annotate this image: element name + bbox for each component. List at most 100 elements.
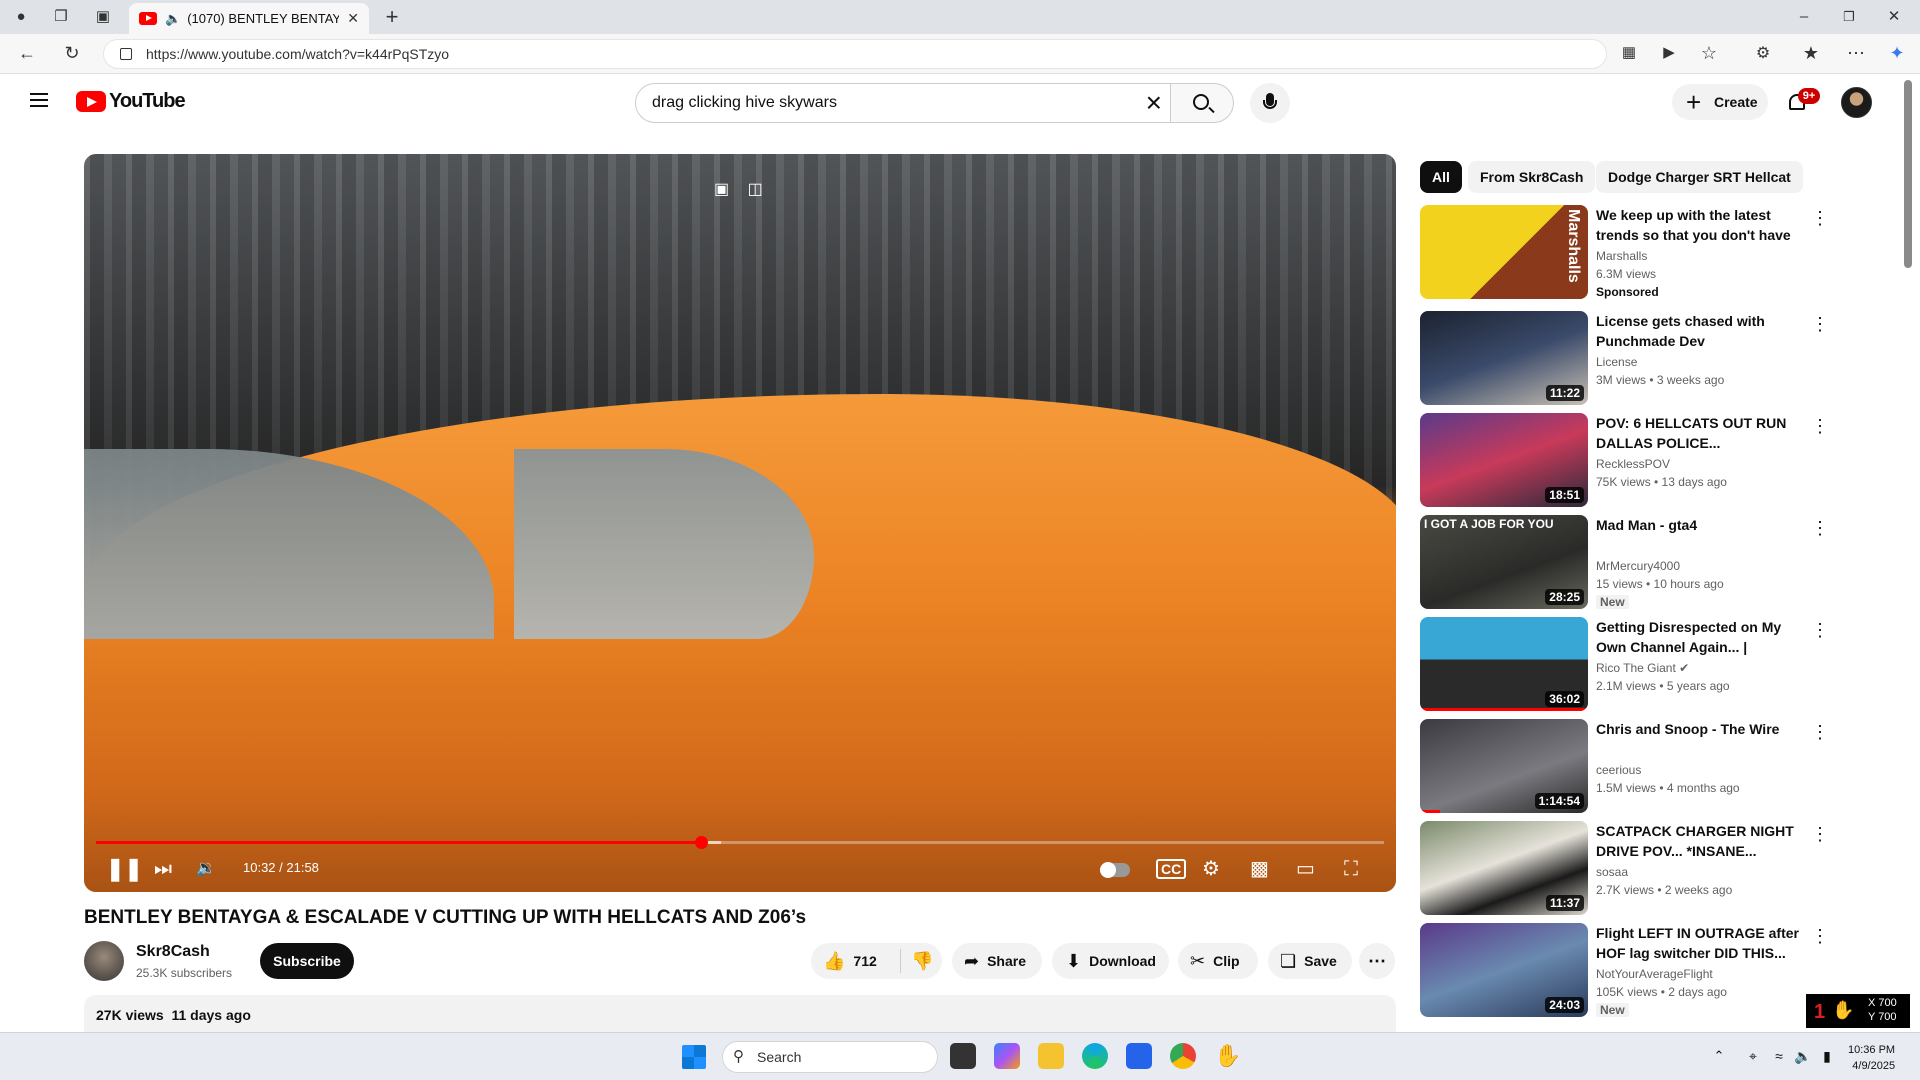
close-tab-icon[interactable]: ✕ <box>347 10 359 27</box>
start-windows-icon[interactable] <box>682 1045 706 1069</box>
list-item[interactable]: Marshalls We keep up with the latest tre… <box>1420 205 1850 299</box>
share-button[interactable]: ➦ Share <box>952 943 1042 979</box>
volume-tray-icon[interactable]: 🔈 <box>1790 1043 1816 1069</box>
system-clock[interactable]: 10:36 PM 4/9/2025 <box>1848 1042 1895 1074</box>
more-vert-icon[interactable]: ⋮ <box>1810 417 1830 435</box>
more-vert-icon[interactable]: ⋮ <box>1810 315 1830 333</box>
list-item[interactable]: I GOT A JOB FOR YOU 28:25 Mad Man - gta4… <box>1420 515 1850 609</box>
tab-actions-icon[interactable]: ▣ <box>94 8 112 26</box>
battery-icon[interactable]: ▮ <box>1814 1043 1840 1069</box>
download-button[interactable]: ⬇ Download <box>1052 943 1169 979</box>
chip-all[interactable]: All <box>1420 161 1462 193</box>
refresh-icon[interactable]: ↻ <box>61 43 83 64</box>
collections-icon[interactable]: ❐ <box>52 8 70 26</box>
video-thumbnail[interactable]: I GOT A JOB FOR YOU 28:25 <box>1420 515 1588 609</box>
download-icon: ⬇ <box>1066 951 1082 971</box>
save-button[interactable]: ❏ Save <box>1268 943 1352 979</box>
video-thumbnail[interactable]: 11:37 <box>1420 821 1588 915</box>
like-button[interactable]: 👍 712 <box>811 949 901 973</box>
file-explorer-icon[interactable] <box>1038 1043 1064 1069</box>
list-item[interactable]: 1:14:54 Chris and Snoop - The Wire ceeri… <box>1420 719 1850 813</box>
video-thumbnail[interactable]: 1:14:54 <box>1420 719 1588 813</box>
network-icon[interactable]: ⌖ <box>1740 1043 1766 1069</box>
hand-app-icon[interactable]: ✋ <box>1214 1043 1241 1069</box>
list-item[interactable]: 11:37 SCATPACK CHARGER NIGHT DRIVE POV..… <box>1420 821 1850 915</box>
channel-name[interactable]: Skr8Cash <box>136 943 210 961</box>
read-aloud-icon[interactable]: ▶ <box>1658 43 1680 61</box>
chrome-icon[interactable] <box>1170 1043 1196 1069</box>
create-button[interactable]: + Create <box>1672 84 1768 120</box>
more-menu-icon[interactable]: ⋯ <box>1845 43 1867 64</box>
wifi-icon[interactable]: ≈ <box>1766 1043 1792 1069</box>
dislike-button[interactable]: 👎 <box>901 943 933 979</box>
url-field[interactable]: https://www.youtube.com/watch?v=k44rPqST… <box>103 39 1607 69</box>
search-button[interactable] <box>1171 83 1234 123</box>
more-vert-icon[interactable]: ⋮ <box>1810 621 1830 639</box>
taskbar-search[interactable]: ⚲ Search <box>722 1041 938 1073</box>
speaker-icon[interactable]: 🔈 <box>165 11 181 27</box>
clear-search-icon[interactable]: × <box>1146 87 1162 119</box>
subscribe-button[interactable]: Subscribe <box>260 943 354 979</box>
chip-from-channel[interactable]: From Skr8Cash <box>1468 161 1596 193</box>
list-item[interactable]: 11:22 License gets chased with Punchmade… <box>1420 311 1850 405</box>
tray-chevron-icon[interactable]: ⌃ <box>1706 1043 1732 1069</box>
video-thumbnail[interactable]: 36:02 <box>1420 617 1588 711</box>
edge-icon[interactable] <box>1082 1043 1108 1069</box>
active-tab[interactable]: 🔈 (1070) BENTLEY BENTAYGA & ESCALADE V C… <box>129 3 369 34</box>
progress-bar[interactable] <box>96 836 1384 849</box>
miniplayer-icon[interactable]: ▩ <box>1250 857 1269 881</box>
close-window-icon[interactable]: ✕ <box>1885 8 1903 26</box>
settings-gear-icon[interactable]: ⚙ <box>1202 857 1220 881</box>
theater-mode-icon[interactable]: ▭ <box>1296 857 1315 881</box>
description-box[interactable]: 27K views 11 days ago <box>84 995 1396 1035</box>
pause-button[interactable]: ❚❚ <box>106 857 143 881</box>
extensions-icon[interactable]: ⚙ <box>1752 43 1774 63</box>
search-input[interactable]: drag clicking hive skywars × <box>635 83 1171 123</box>
video-thumbnail[interactable]: Marshalls <box>1420 205 1588 299</box>
address-bar-row: ← ↻ https://www.youtube.com/watch?v=k44r… <box>0 34 1920 74</box>
favorites-icon[interactable]: ★ <box>1800 43 1822 64</box>
more-actions-button[interactable]: ⋯ <box>1359 943 1395 979</box>
store-icon[interactable] <box>1126 1043 1152 1069</box>
video-thumbnail[interactable]: 18:51 <box>1420 413 1588 507</box>
app-available-icon[interactable]: ▦ <box>1618 43 1640 61</box>
more-vert-icon[interactable]: ⋮ <box>1810 519 1830 537</box>
back-icon[interactable]: ← <box>16 43 38 64</box>
more-vert-icon[interactable]: ⋮ <box>1810 825 1830 843</box>
more-vert-icon[interactable]: ⋮ <box>1810 723 1830 741</box>
page-scrollbar[interactable] <box>1904 80 1912 268</box>
list-item[interactable]: 36:02 Getting Disrespected on My Own Cha… <box>1420 617 1850 711</box>
browser-tab-bar: ● ❐ ▣ 🔈 (1070) BENTLEY BENTAYGA & ESCALA… <box>0 0 1920 34</box>
more-vert-icon[interactable]: ⋮ <box>1810 209 1830 227</box>
autoplay-toggle[interactable] <box>1100 860 1130 884</box>
list-item[interactable]: 18:51 POV: 6 HELLCATS OUT RUN DALLAS POL… <box>1420 413 1850 507</box>
copilot-app-icon[interactable] <box>994 1043 1020 1069</box>
new-tab-icon[interactable]: + <box>383 6 401 28</box>
video-player[interactable]: ▣ ◫ ❚❚ ⏭ 🔉 10:32 / 21:58 CC ⚙ ▩ ▭ ⛶ <box>84 154 1396 892</box>
minimize-icon[interactable]: – <box>1795 8 1813 26</box>
video-thumbnail[interactable]: 11:22 <box>1420 311 1588 405</box>
clip-button[interactable]: ✂ Clip <box>1178 943 1258 979</box>
captions-button[interactable]: CC <box>1156 859 1187 879</box>
account-avatar[interactable] <box>1841 87 1872 118</box>
copilot-icon[interactable]: ✦ <box>1886 43 1908 64</box>
progress-played <box>96 841 702 844</box>
fullscreen-icon[interactable]: ⛶ <box>1344 857 1358 881</box>
cast-icon[interactable]: ◫ <box>748 181 763 198</box>
restore-icon[interactable]: ❐ <box>1840 8 1858 26</box>
taskbar: ⚲ Search ✋ ⌃ ⌖ ≈ 🔈 ▮ 10:36 PM 4/9/2025 <box>0 1032 1920 1080</box>
menu-icon[interactable] <box>30 93 48 107</box>
next-button[interactable]: ⏭ <box>154 857 172 881</box>
fullscreen-exit-icon[interactable]: ▣ <box>714 181 729 198</box>
volume-icon[interactable]: 🔉 <box>196 857 216 881</box>
more-vert-icon[interactable]: ⋮ <box>1810 927 1830 945</box>
chip-dodge-charger[interactable]: Dodge Charger SRT Hellcat <box>1596 161 1803 193</box>
favorite-star-icon[interactable]: ☆ <box>1698 43 1720 64</box>
video-thumbnail[interactable]: 24:03 <box>1420 923 1588 1017</box>
youtube-logo[interactable]: YouTube <box>76 90 186 113</box>
channel-avatar[interactable] <box>84 941 124 981</box>
list-item[interactable]: 24:03 Flight LEFT IN OUTRAGE after HOF l… <box>1420 923 1850 1017</box>
profile-icon[interactable]: ● <box>12 8 30 26</box>
voice-search-button[interactable] <box>1250 83 1290 123</box>
task-view-icon[interactable] <box>950 1043 976 1069</box>
